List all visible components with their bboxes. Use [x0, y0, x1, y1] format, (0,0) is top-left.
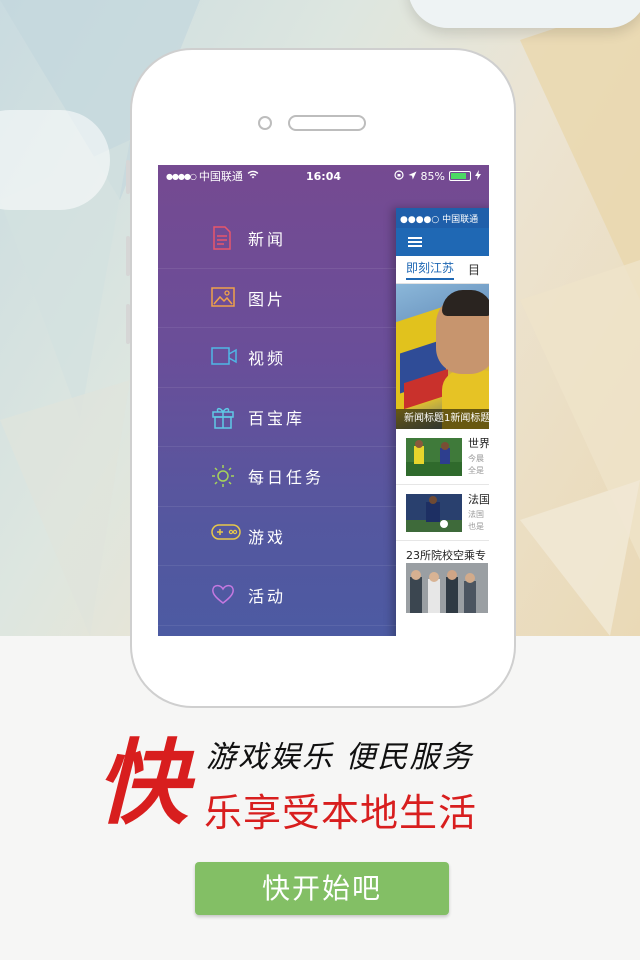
preview-nav-bar: [396, 228, 489, 256]
preview-status-bar: ●●●●○ 中国联通: [396, 208, 489, 228]
menu-item-games[interactable]: 游戏: [158, 507, 398, 566]
menu-label: 新闻: [248, 230, 287, 250]
news-thumbnail: [406, 563, 488, 613]
tab-next[interactable]: 目: [468, 261, 480, 278]
menu-label: 视频: [248, 349, 287, 369]
side-menu: 新闻 图片 视频 百宝库 每日任务 游戏 活动: [158, 209, 398, 626]
menu-item-daily-task[interactable]: 每日任务: [158, 447, 398, 507]
menu-item-activities[interactable]: 活动: [158, 566, 398, 626]
cloud-left: [0, 110, 110, 210]
charging-bolt-icon: [475, 169, 481, 183]
gamepad-icon: [211, 524, 241, 548]
news-snippet: 今晨 全是: [468, 454, 484, 475]
brand-big-character: 快: [96, 729, 189, 837]
menu-label: 图片: [248, 289, 287, 309]
news-thumbnail: [406, 438, 462, 476]
menu-label: 游戏: [248, 527, 287, 547]
sun-icon: [211, 464, 235, 488]
menu-label: 每日任务: [248, 468, 325, 488]
heart-icon: [211, 583, 235, 607]
menu-item-news[interactable]: 新闻: [158, 209, 398, 269]
slogan-line-2: 乐享受本地生活: [204, 791, 478, 835]
phone-screen: ●●●●○ 中国联通 16:04 85% 新闻 图片 视频 百宝库 每日任务 游…: [158, 165, 489, 636]
news-snippet: 法国 也是: [468, 510, 484, 531]
side-button-mute: [126, 160, 130, 194]
earpiece-speaker: [288, 115, 366, 131]
content-preview-panel[interactable]: ●●●●○ 中国联通 即刻江苏 目 新闻标题1新闻标题 世界 今晨 全是 法国 …: [396, 208, 489, 636]
side-button-volume-down: [126, 304, 130, 344]
preview-tabs: 即刻江苏 目: [396, 256, 489, 284]
image-icon: [211, 286, 235, 310]
rotation-lock-icon: [393, 169, 404, 183]
news-title: 23所院校空乘专: [406, 549, 486, 562]
news-thumbnail: [406, 494, 462, 532]
news-doc-icon: [211, 226, 235, 250]
carrier-name: 中国联通: [198, 170, 243, 183]
news-list-item[interactable]: 法国 法国 也是: [396, 485, 489, 541]
battery-percent: 85%: [420, 169, 445, 183]
menu-label: 活动: [248, 587, 287, 607]
wifi-icon: [247, 170, 259, 182]
signal-indicator: ●●●●○: [166, 171, 197, 181]
battery-icon: [449, 171, 471, 181]
hamburger-menu-icon[interactable]: [408, 237, 422, 247]
front-camera: [258, 116, 272, 130]
slogan-line-1: 游戏娱乐 便民服务: [206, 740, 474, 775]
gift-box-icon: [211, 405, 235, 429]
news-list-item[interactable]: 世界 今晨 全是: [396, 429, 489, 485]
tab-jike-jiangsu[interactable]: 即刻江苏: [406, 259, 455, 280]
hero-news-image[interactable]: 新闻标题1新闻标题: [396, 284, 489, 429]
menu-item-video[interactable]: 视频: [158, 328, 398, 388]
news-list-item[interactable]: 23所院校空乘专: [396, 541, 489, 621]
news-title: 世界: [468, 437, 489, 450]
battery-level: [451, 173, 467, 179]
status-right-group: 85%: [393, 169, 481, 183]
menu-label: 百宝库: [248, 408, 306, 428]
status-bar: ●●●●○ 中国联通 16:04 85%: [158, 165, 489, 187]
menu-item-treasure[interactable]: 百宝库: [158, 388, 398, 447]
hero-caption: 新闻标题1新闻标题: [396, 409, 489, 429]
news-title: 法国: [468, 493, 489, 506]
cloud-top-right: [408, 0, 640, 28]
menu-item-pictures[interactable]: 图片: [158, 269, 398, 328]
side-button-volume-up: [126, 236, 130, 276]
video-camera-icon: [211, 345, 237, 369]
location-arrow-icon: [408, 170, 417, 183]
start-button[interactable]: 快开始吧: [195, 862, 449, 915]
